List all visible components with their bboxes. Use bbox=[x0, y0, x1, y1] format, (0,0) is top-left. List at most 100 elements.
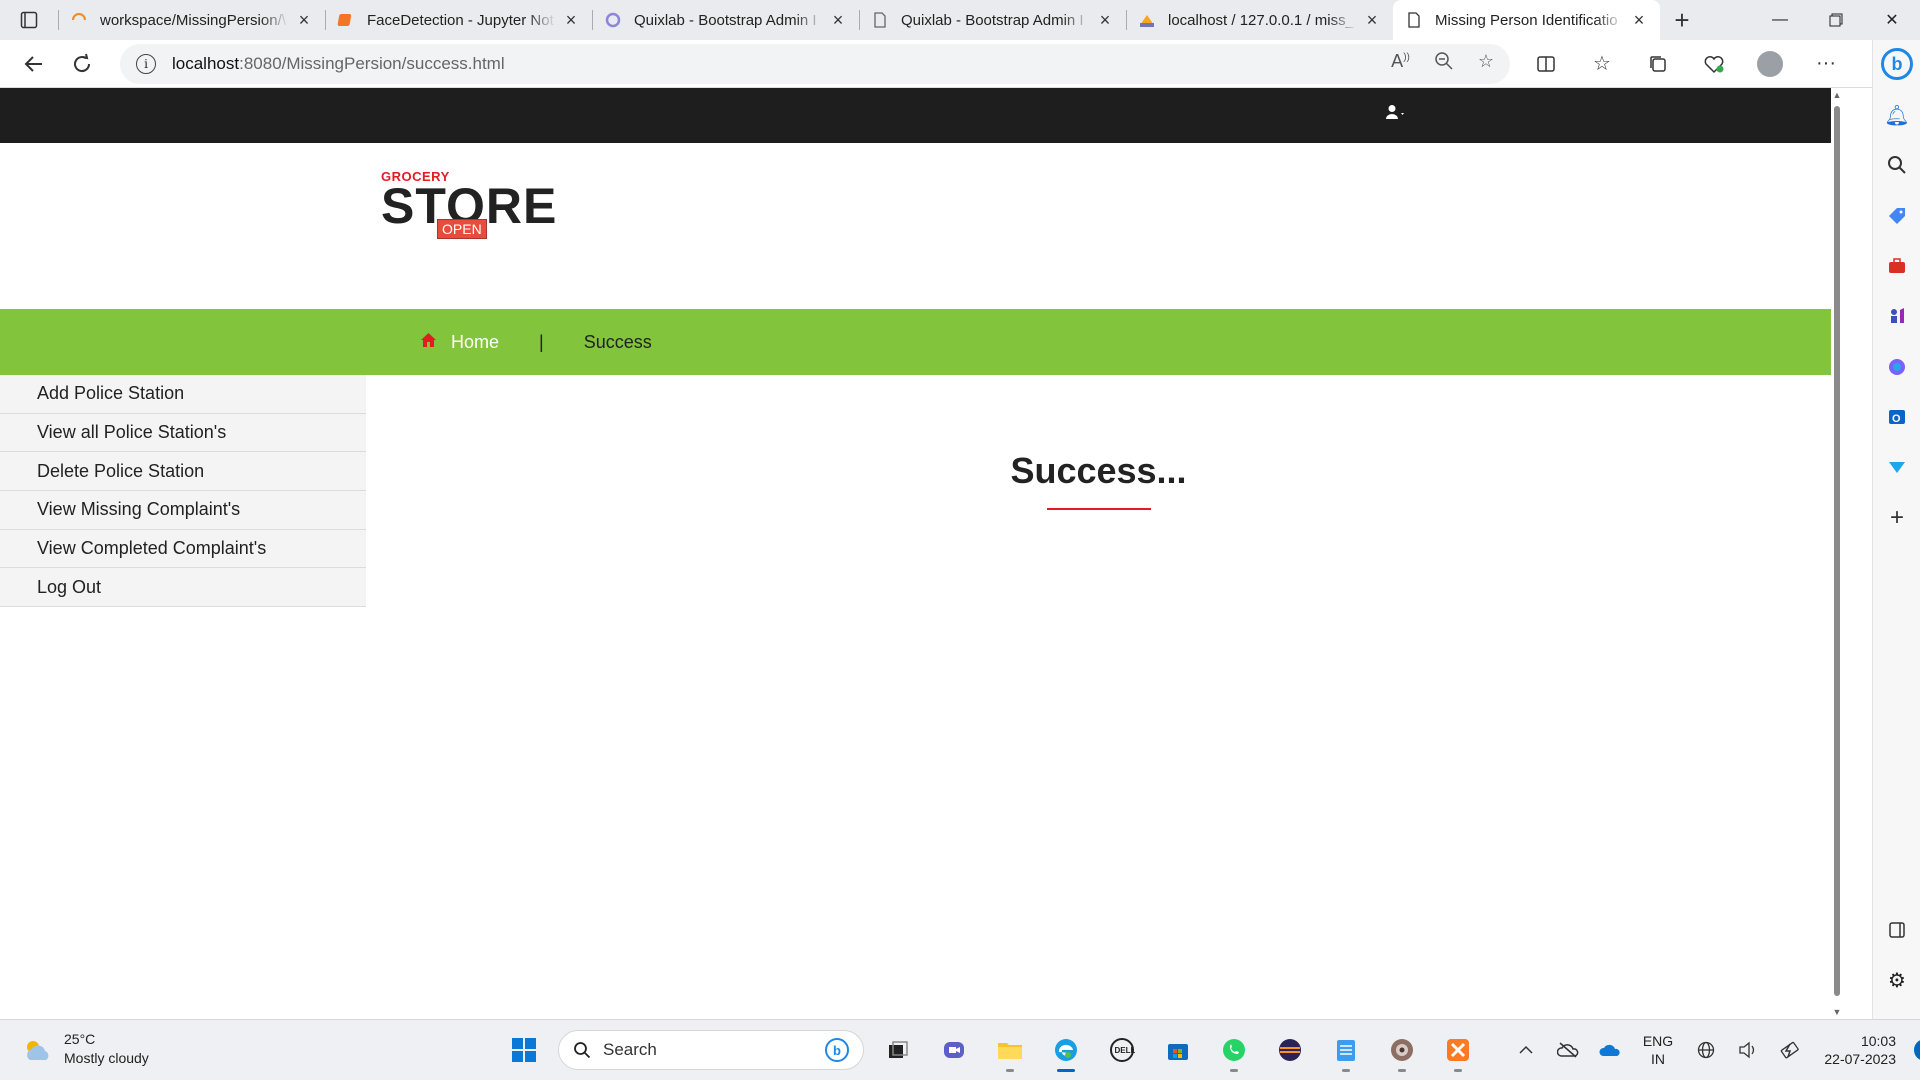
back-button[interactable] bbox=[10, 40, 58, 88]
games-chess-icon[interactable] bbox=[1873, 296, 1920, 336]
onedrive-icon[interactable] bbox=[1592, 1032, 1628, 1068]
browser-tab[interactable]: Quixlab - Bootstrap Admin I × bbox=[592, 0, 859, 40]
browser-tab-active[interactable]: Missing Person Identificatio × bbox=[1393, 0, 1660, 40]
loading-icon bbox=[70, 11, 88, 29]
tab-title: Quixlab - Bootstrap Admin I bbox=[634, 11, 817, 29]
windows-logo-icon bbox=[512, 1038, 536, 1062]
page-icon bbox=[1405, 11, 1423, 29]
chevron-up-icon[interactable] bbox=[1508, 1032, 1544, 1068]
microsoft-365-icon[interactable] bbox=[1873, 347, 1920, 387]
more-options-icon[interactable]: ··· bbox=[1798, 40, 1854, 88]
weather-widget[interactable]: 25°C Mostly cloudy bbox=[22, 1030, 149, 1068]
network-globe-icon[interactable] bbox=[1688, 1032, 1724, 1068]
dell-icon[interactable]: DELL bbox=[1094, 1028, 1150, 1072]
url-host: localhost bbox=[172, 53, 240, 73]
tomcat-icon[interactable] bbox=[1374, 1028, 1430, 1072]
svg-text:DELL: DELL bbox=[1115, 1046, 1136, 1055]
close-icon[interactable]: × bbox=[1363, 11, 1381, 29]
browser-essentials-icon[interactable] bbox=[1686, 40, 1742, 88]
file-explorer-icon[interactable] bbox=[982, 1028, 1038, 1072]
menu-view-missing-complaints[interactable]: View Missing Complaint's bbox=[0, 491, 366, 530]
menu-view-police-stations[interactable]: View all Police Station's bbox=[0, 413, 366, 453]
url-path: :8080/MissingPersion/success.html bbox=[239, 53, 505, 73]
close-icon[interactable]: × bbox=[829, 11, 847, 29]
menu-view-completed-complaints[interactable]: View Completed Complaint's bbox=[0, 529, 366, 569]
teams-chat-icon[interactable] bbox=[926, 1028, 982, 1072]
add-sidebar-app-icon[interactable]: + bbox=[1873, 498, 1920, 538]
xampp-icon[interactable] bbox=[1430, 1028, 1486, 1072]
collections-icon[interactable] bbox=[1630, 40, 1686, 88]
site-info-icon[interactable]: i bbox=[136, 53, 156, 74]
favorite-star-icon[interactable]: ☆ bbox=[1478, 51, 1494, 76]
windows-taskbar: 25°C Mostly cloudy Search b DELL ENG IN bbox=[0, 1019, 1920, 1080]
menu-log-out[interactable]: Log Out bbox=[0, 568, 366, 608]
browser-toolbar: i localhost:8080/MissingPersion/success.… bbox=[0, 40, 1920, 88]
minimize-icon[interactable]: — bbox=[1752, 0, 1808, 40]
volume-icon[interactable] bbox=[1730, 1032, 1766, 1068]
address-bar[interactable]: i localhost:8080/MissingPersion/success.… bbox=[120, 43, 1510, 84]
split-screen-icon[interactable] bbox=[1518, 40, 1574, 88]
tab-actions-button[interactable] bbox=[0, 0, 58, 40]
scroll-down-icon[interactable]: ▼ bbox=[1831, 1007, 1843, 1017]
shopping-tag-icon[interactable] bbox=[1873, 196, 1920, 236]
tab-title: FaceDetection - Jupyter Not bbox=[367, 11, 554, 29]
refresh-button[interactable] bbox=[58, 40, 106, 88]
settings-gear-icon[interactable]: ⚙ bbox=[1873, 960, 1920, 1000]
close-icon[interactable]: × bbox=[562, 11, 580, 29]
refresh-icon bbox=[74, 53, 91, 72]
close-window-icon[interactable]: ✕ bbox=[1864, 0, 1920, 40]
browser-tab[interactable]: localhost / 127.0.0.1 / miss_ × bbox=[1126, 0, 1393, 40]
browser-tab[interactable]: FaceDetection - Jupyter Not × bbox=[325, 0, 592, 40]
outlook-icon[interactable]: O bbox=[1873, 397, 1920, 437]
task-view-icon[interactable] bbox=[870, 1028, 926, 1072]
home-icon[interactable] bbox=[420, 332, 437, 353]
hide-sidebar-icon[interactable] bbox=[1873, 910, 1920, 950]
user-menu-icon[interactable] bbox=[1385, 104, 1407, 125]
scrollbar-thumb[interactable] bbox=[1834, 106, 1840, 996]
taskbar-apps: Search b DELL bbox=[496, 1028, 1486, 1072]
restore-icon[interactable] bbox=[1808, 0, 1864, 40]
taskbar-search-box[interactable]: Search b bbox=[558, 1030, 864, 1070]
notifications-bell-icon[interactable]: 🔔︎ bbox=[1873, 95, 1920, 135]
phpmyadmin-icon bbox=[1138, 11, 1156, 29]
browser-tab[interactable]: Quixlab - Bootstrap Admin I × bbox=[859, 0, 1126, 40]
edge-browser-icon[interactable] bbox=[1038, 1028, 1094, 1072]
language-code: ENG bbox=[1642, 1033, 1674, 1049]
breadcrumb: Home | Success bbox=[420, 309, 652, 375]
onedrive-offline-icon[interactable] bbox=[1550, 1032, 1586, 1068]
close-icon[interactable]: × bbox=[1630, 11, 1648, 29]
jupyter-icon bbox=[337, 11, 355, 29]
start-button[interactable] bbox=[496, 1028, 552, 1072]
close-icon[interactable]: × bbox=[1096, 11, 1114, 29]
page-icon bbox=[871, 11, 889, 29]
browser-tab[interactable]: workspace/MissingPersion/\ × bbox=[58, 0, 325, 40]
clock[interactable]: 10:03 22-07-2023 bbox=[1814, 1032, 1896, 1068]
eclipse-icon[interactable] bbox=[1262, 1028, 1318, 1072]
menu-add-police-station[interactable]: Add Police Station bbox=[0, 375, 366, 414]
store-logo[interactable]: GROCERY STORE OPEN bbox=[381, 169, 557, 239]
bing-chat-icon[interactable]: b bbox=[1873, 44, 1920, 84]
language-indicator[interactable]: ENG IN bbox=[1634, 1032, 1682, 1068]
breadcrumb-separator: | bbox=[539, 331, 544, 352]
microsoft-store-icon[interactable] bbox=[1150, 1028, 1206, 1072]
scroll-up-icon[interactable]: ▲ bbox=[1831, 90, 1843, 100]
battery-charging-icon[interactable] bbox=[1772, 1032, 1808, 1068]
profile-avatar[interactable] bbox=[1742, 40, 1798, 88]
new-tab-button[interactable]: + bbox=[1660, 0, 1704, 40]
notification-badge[interactable]: 5 bbox=[1914, 1039, 1920, 1061]
zoom-out-icon[interactable] bbox=[1434, 51, 1454, 76]
favorites-icon[interactable]: ☆ bbox=[1574, 40, 1630, 88]
logo-open-sign: OPEN bbox=[437, 219, 487, 239]
breadcrumb-home-link[interactable]: Home bbox=[451, 332, 499, 353]
tools-briefcase-icon[interactable] bbox=[1873, 246, 1920, 286]
page-scrollbar[interactable]: ▲ ▼ bbox=[1831, 88, 1843, 1019]
notepad-icon[interactable] bbox=[1318, 1028, 1374, 1072]
menu-delete-police-station[interactable]: Delete Police Station bbox=[0, 452, 366, 492]
quixlab-icon bbox=[604, 11, 622, 29]
read-aloud-icon[interactable]: A)) bbox=[1391, 51, 1410, 76]
drop-send-icon[interactable] bbox=[1873, 447, 1920, 487]
search-icon[interactable] bbox=[1873, 145, 1920, 185]
clock-time: 10:03 bbox=[1860, 1033, 1896, 1049]
whatsapp-icon[interactable] bbox=[1206, 1028, 1262, 1072]
close-icon[interactable]: × bbox=[295, 11, 313, 29]
